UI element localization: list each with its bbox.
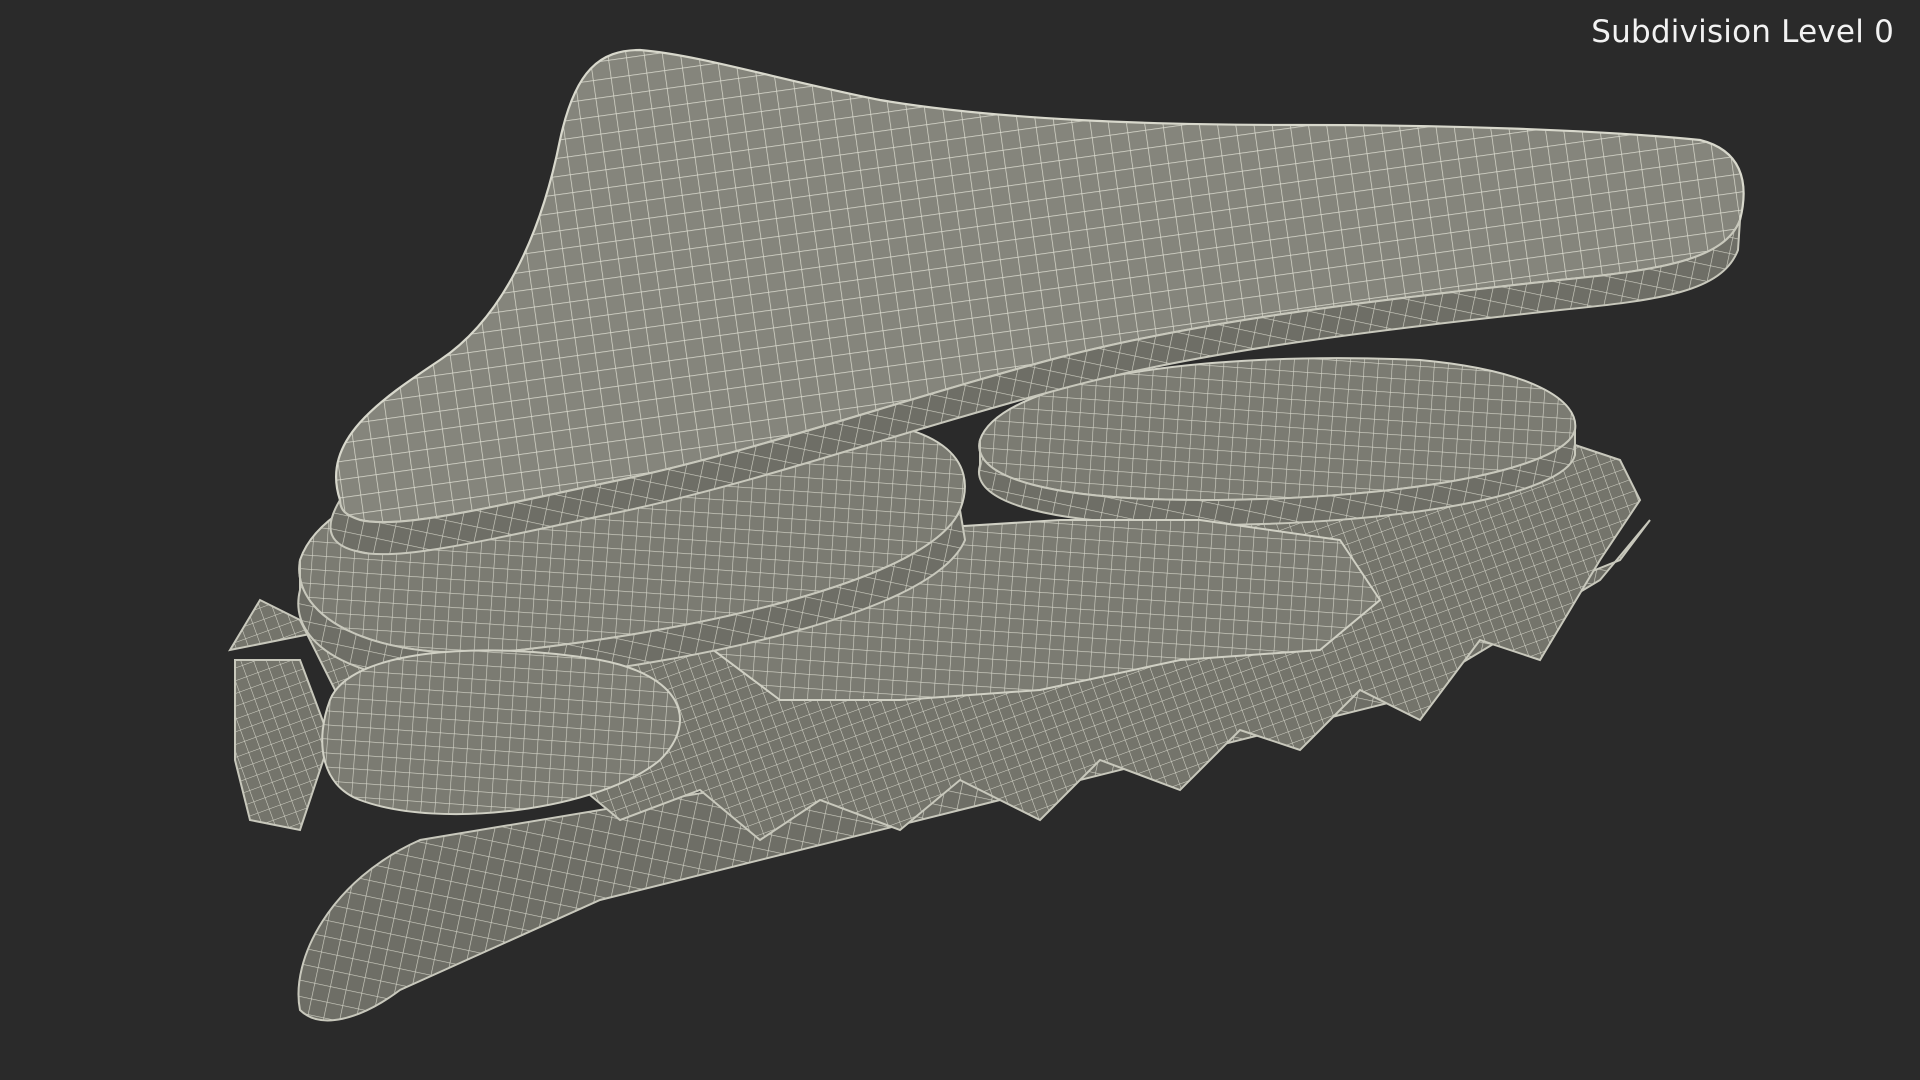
subdivision-level-label: Subdivision Level 0 [1591, 14, 1894, 50]
3d-viewport[interactable]: Subdivision Level 0 [0, 0, 1920, 1080]
sandwich-wireframe-model [227, 48, 1745, 1022]
lettuce-flap-left [234, 659, 332, 832]
